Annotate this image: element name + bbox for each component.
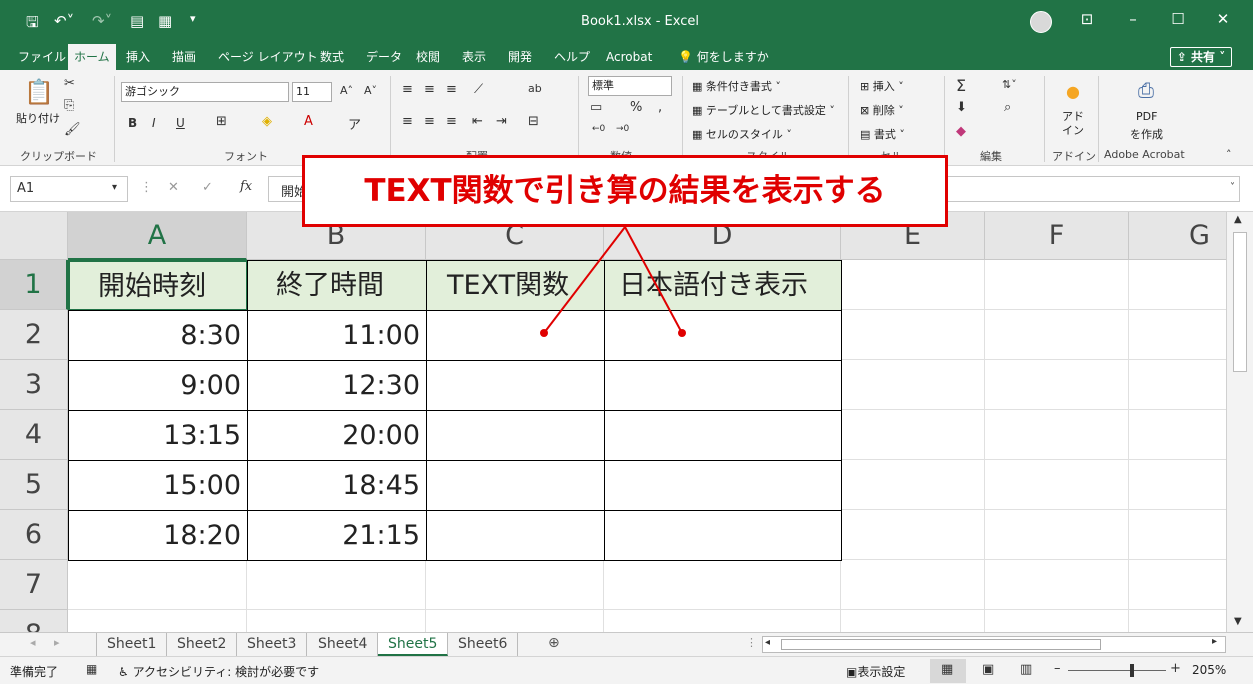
arrow-dot-d2 — [678, 329, 686, 337]
arrow-to-c2 — [543, 226, 626, 334]
callout-box: TEXT関数で引き算の結果を表示する — [302, 155, 948, 227]
callout-arrows — [540, 226, 686, 337]
arrow-dot-c2 — [540, 329, 548, 337]
arrow-to-d2 — [624, 226, 683, 334]
